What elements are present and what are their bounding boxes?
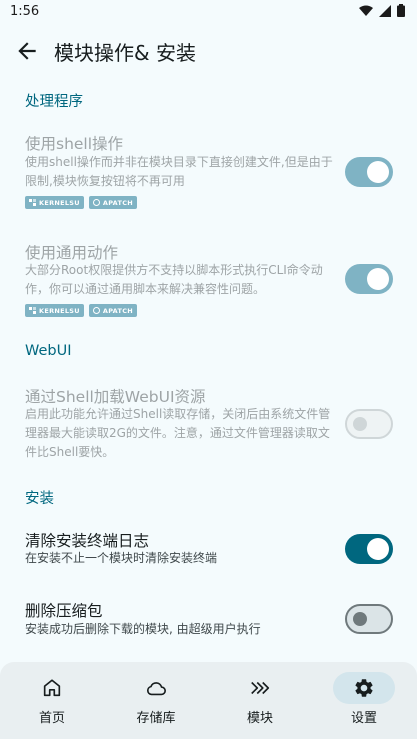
nav-icon-container <box>125 672 187 704</box>
setting-title: 清除安装终端日志 <box>25 532 150 550</box>
wifi-icon <box>359 5 373 16</box>
setting-description: 启用此功能允许通过Shell读取存储，关闭后由系统文件管理器最大能读取2G的文件… <box>25 407 331 459</box>
badge-label: KERNELSU <box>39 198 80 207</box>
signal-icon <box>379 4 391 17</box>
kernelsu-icon <box>29 307 36 314</box>
setting-title: 通过Shell加载WebUI资源 <box>25 388 206 406</box>
badge-label: APATCH <box>102 306 134 315</box>
bottom-navigation: 首页 存储库 模块 设置 <box>0 662 417 739</box>
nav-item-repository[interactable]: 存储库 <box>104 662 208 739</box>
setting-description: 大部分Root权限提供方不支持以脚本形式执行CLI命令动作，你可以通过通用脚本来… <box>25 263 323 296</box>
settings-gear-icon <box>355 679 373 697</box>
setting-description: 安装成功后删除下载的模块, 由超级用户执行 <box>25 622 261 636</box>
back-button[interactable] <box>14 38 40 64</box>
delete-zip-toggle[interactable] <box>345 604 393 634</box>
setting-title: 删除压缩包 <box>25 602 103 620</box>
nav-label: 首页 <box>38 711 65 726</box>
setting-description: 在安装不止一个模块时清除安装终端 <box>25 551 218 565</box>
battery-icon <box>397 4 405 17</box>
section-title-handler: 处理程序 <box>25 94 83 110</box>
nav-icon-container <box>21 672 83 704</box>
apatch-badge: APATCH <box>88 196 138 209</box>
webui-shell-toggle[interactable] <box>345 409 393 439</box>
modules-icon <box>251 681 270 695</box>
shell-toggle[interactable] <box>345 157 393 187</box>
status-time: 1:56 <box>10 4 40 19</box>
nav-label: 模块 <box>246 711 273 726</box>
status-bar: 1:56 <box>0 0 417 24</box>
nav-label: 存储库 <box>136 711 176 726</box>
nav-item-home[interactable]: 首页 <box>0 662 104 739</box>
badge-label: APATCH <box>102 198 134 207</box>
toggle-thumb <box>353 612 367 626</box>
nav-item-settings[interactable]: 设置 <box>312 662 416 739</box>
setting-title: 使用shell操作 <box>25 135 124 153</box>
apatch-icon <box>92 307 100 314</box>
status-icons <box>359 4 405 17</box>
clear-log-toggle[interactable] <box>345 534 393 564</box>
app-bar: 模块操作& 安装 <box>0 28 417 74</box>
toggle-thumb <box>353 417 367 431</box>
toggle-thumb <box>367 538 389 560</box>
section-title-install: 安装 <box>25 491 54 507</box>
general-action-toggle[interactable] <box>345 264 393 294</box>
kernelsu-icon <box>29 199 36 206</box>
nav-label: 设置 <box>350 711 377 726</box>
badge-group: KERNELSU APATCH <box>25 196 138 209</box>
nav-icon-container <box>333 672 395 704</box>
page-title: 模块操作& 安装 <box>54 41 196 65</box>
nav-icon-container <box>229 672 291 704</box>
section-title-webui: WebUI <box>25 343 72 359</box>
apatch-badge: APATCH <box>88 304 138 317</box>
badge-label: KERNELSU <box>39 306 80 315</box>
kernelsu-badge: KERNELSU <box>25 304 84 317</box>
setting-description: 使用shell操作而并非在模块目录下直接创建文件,但是由于限制,模块恢复按钮将不… <box>25 155 333 188</box>
toggle-thumb <box>367 161 389 183</box>
arrow-back-icon <box>18 42 36 60</box>
badge-group: KERNELSU APATCH <box>25 304 138 317</box>
toggle-thumb <box>367 268 389 290</box>
cloud-icon <box>147 682 166 696</box>
nav-item-modules[interactable]: 模块 <box>208 662 312 739</box>
setting-title: 使用通用动作 <box>25 244 119 262</box>
home-icon <box>43 679 61 697</box>
kernelsu-badge: KERNELSU <box>25 196 84 209</box>
apatch-icon <box>92 199 100 206</box>
